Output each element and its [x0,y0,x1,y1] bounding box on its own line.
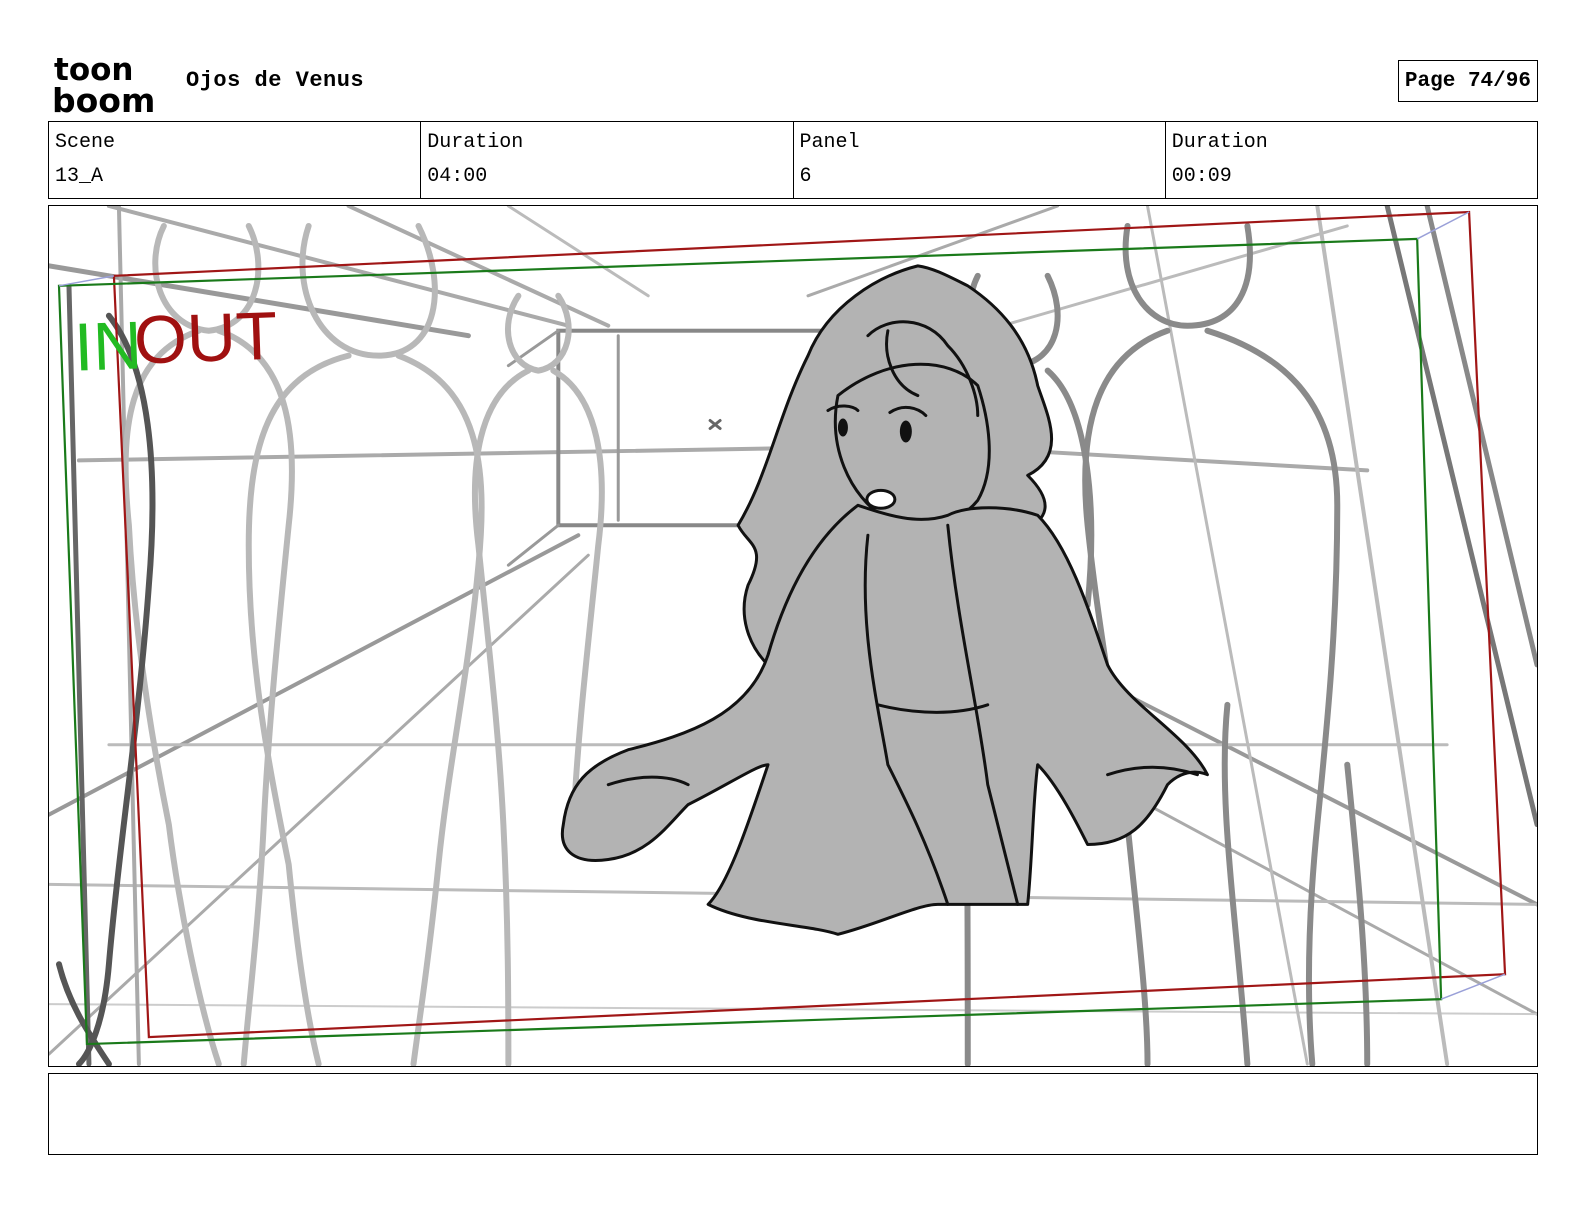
panel-duration-cell: Duration 00:09 [1166,122,1537,198]
panel-label: Panel [799,131,860,154]
scene-duration-value: 04:00 [427,165,488,188]
character-robe [560,503,1209,936]
logo-word-bottom: boom [52,81,155,114]
project-title: Ojos de Venus [186,68,365,93]
panel-notes-box[interactable] [48,1073,1538,1155]
scene-value: 13_A [55,165,104,188]
scene-cell: Scene 13_A [49,122,422,198]
frame-corner-arrow-top [1416,211,1470,240]
page-label: Page [1404,69,1456,93]
scene-duration-label: Duration [427,131,524,154]
out-label: OUT [133,299,279,379]
scene-label: Scene [55,131,116,154]
page-header: toon boom Ojos de Venus Page 74/96 [48,48,1538,114]
panel-value: 6 [799,165,812,188]
panel-drawing: IN OUT [49,206,1537,1066]
character-left-eye [837,418,848,437]
panel-cell: Panel 6 [794,122,1166,198]
scene-duration-cell: Duration 04:00 [421,122,794,198]
page-indicator: Page 74/96 [1397,60,1538,102]
panel-duration-label: Duration [1171,131,1268,154]
page-total: 96 [1505,69,1531,93]
storyboard-panel: IN OUT [48,205,1538,1067]
page-current: 74 [1467,69,1494,93]
main-character [560,264,1209,936]
panel-duration-value: 00:09 [1171,165,1232,188]
character-mouth [865,488,897,510]
character-right-eye [899,420,912,443]
scene-info-table: Scene 13_A Duration 04:00 Panel 6 Durati… [48,121,1538,199]
toonboom-logo: toon boom [52,52,155,114]
frame-corner-arrow-bottom [1440,973,1506,1000]
